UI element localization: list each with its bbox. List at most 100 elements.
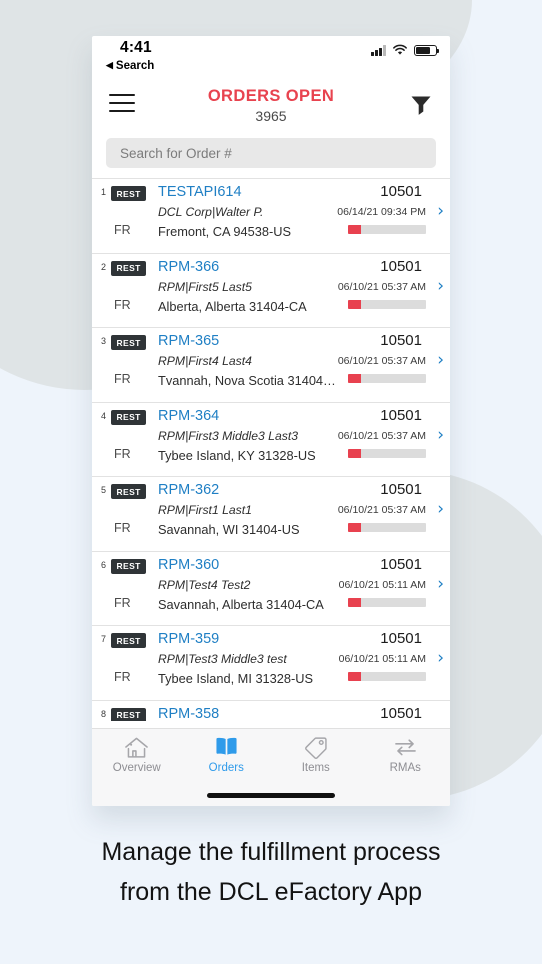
order-number-link[interactable]: RPM-359 xyxy=(158,631,219,647)
progress-bar xyxy=(348,523,426,532)
chevron-right-icon[interactable]: › xyxy=(437,203,444,220)
customer-name: DCL Corp|Walter P. xyxy=(158,205,264,219)
order-number-link[interactable]: RPM-362 xyxy=(158,482,219,498)
order-row[interactable]: 2 REST FR RPM-366 RPM|First5 Last5 Alberta, A… xyxy=(92,254,450,328)
order-date: 06/10/21 05:37 AM xyxy=(337,280,426,293)
book-icon xyxy=(182,734,272,760)
customer-name: RPM|First5 Last5 xyxy=(158,279,252,294)
search-input[interactable] xyxy=(106,138,436,168)
swap-arrows-icon xyxy=(361,734,451,760)
order-number-link[interactable]: TESTAPI614 xyxy=(158,184,242,200)
tab-label: Overview xyxy=(112,762,161,774)
source-badge: REST xyxy=(111,484,146,499)
tab-label: Orders xyxy=(208,762,244,774)
app-nav-bar: ORDERS OPEN 3965 xyxy=(92,82,450,134)
order-quantity: 10501 xyxy=(380,406,422,424)
order-quantity: 10501 xyxy=(380,332,422,349)
order-quantity: 10501 xyxy=(380,555,422,573)
chevron-right-icon[interactable]: › xyxy=(437,277,444,295)
tab-items[interactable]: Items xyxy=(271,734,361,774)
shipping-address: Fremont, CA 94538-US xyxy=(158,224,292,239)
home-icon xyxy=(92,734,182,760)
customer-name: RPM|First3 Middle3 Last3 xyxy=(158,428,298,443)
order-date: 06/10/21 05:11 AM xyxy=(338,578,426,591)
source-badge: REST xyxy=(111,558,146,574)
shipping-address: Tvannah, Nova Scotia 31404… xyxy=(158,373,336,388)
order-row[interactable]: 1 REST FR TESTAPI614 DCL Corp|Walter P. Fremo… xyxy=(92,179,450,254)
order-quantity: 10501 xyxy=(380,704,422,721)
cellular-signal-icon xyxy=(371,45,386,56)
customer-name: RPM|Test4 Test2 xyxy=(158,577,251,592)
order-date: 06/10/21 05:37 AM xyxy=(337,504,426,516)
row-index: 7 xyxy=(101,634,107,644)
page-title: ORDERS OPEN xyxy=(207,87,335,105)
progress-bar xyxy=(348,299,426,309)
marketing-caption: Manage the fulfillment process from the … xyxy=(0,832,542,912)
source-badge: REST xyxy=(111,335,146,350)
progress-bar xyxy=(348,225,426,234)
carrier-code: FR xyxy=(114,521,131,535)
order-row[interactable]: 8 REST RPM-358 10501 xyxy=(92,701,450,721)
order-number-link[interactable]: RPM-358 xyxy=(158,706,219,721)
order-row[interactable]: 4 REST FR RPM-364 RPM|First3 Middle3 Last3 Ty… xyxy=(92,403,450,477)
order-row[interactable]: 3 REST FR RPM-365 RPM|First4 Last4 Tvannah, N… xyxy=(92,328,450,403)
chevron-right-icon[interactable]: › xyxy=(437,426,444,444)
source-badge: REST xyxy=(111,633,146,648)
row-index: 5 xyxy=(101,485,107,495)
bottom-tab-bar[interactable]: Overview Orders Items RMAs xyxy=(92,728,450,784)
carrier-code: FR xyxy=(114,372,131,386)
shipping-address: Tybee Island, MI 31328-US xyxy=(158,671,314,686)
order-quantity: 10501 xyxy=(380,183,422,200)
order-number-link[interactable]: RPM-366 xyxy=(158,259,219,275)
chevron-right-icon[interactable]: › xyxy=(437,501,444,518)
tab-overview[interactable]: Overview xyxy=(92,734,182,774)
screenshot-canvas: 4:41 ◀ Search ORDERS OPEN 3965 Search fo… xyxy=(0,0,542,964)
source-badge: REST xyxy=(111,186,146,201)
battery-icon xyxy=(414,44,440,56)
order-date: 06/10/21 05:37 AM xyxy=(337,429,426,442)
row-index: 8 xyxy=(101,708,107,719)
tab-orders[interactable]: Orders xyxy=(182,734,272,774)
row-index: 6 xyxy=(101,559,107,570)
source-badge: REST xyxy=(111,707,146,721)
back-arrow-icon: ◀ xyxy=(106,60,113,70)
order-row[interactable]: 6 REST FR RPM-360 RPM|Test4 Test2 Savannah, A… xyxy=(92,552,450,626)
orders-list[interactable]: 1 REST FR TESTAPI614 DCL Corp|Walter P. Fremo… xyxy=(92,178,450,728)
order-number-link[interactable]: RPM-360 xyxy=(158,557,219,573)
order-date: 06/14/21 09:34 PM xyxy=(337,206,426,218)
filter-funnel-icon[interactable] xyxy=(410,94,432,123)
caption-line-2: from the DCL eFactory App xyxy=(120,878,422,906)
source-badge: REST xyxy=(111,260,146,276)
tag-icon xyxy=(271,734,361,760)
tab-rmas[interactable]: RMAs xyxy=(361,734,451,774)
status-bar-icons xyxy=(371,44,440,56)
progress-bar xyxy=(348,597,426,607)
row-index: 1 xyxy=(101,187,107,197)
order-row[interactable]: 7 REST FR RPM-359 RPM|Test3 Middle3 test Tybe… xyxy=(92,626,450,701)
order-number-link[interactable]: RPM-365 xyxy=(158,333,219,349)
order-quantity: 10501 xyxy=(380,481,422,498)
back-to-search-button[interactable]: ◀ Search xyxy=(106,60,154,72)
order-quantity: 10501 xyxy=(380,630,422,647)
caption-line-1: Manage the fulfillment process xyxy=(101,838,441,866)
home-indicator xyxy=(92,784,450,806)
order-row[interactable]: 5 REST FR RPM-362 RPM|First1 Last1 Savannah, … xyxy=(92,477,450,552)
order-quantity: 10501 xyxy=(380,257,422,275)
chevron-right-icon[interactable]: › xyxy=(437,650,444,667)
shipping-address: Alberta, Alberta 31404-CA xyxy=(158,298,307,314)
customer-name: RPM|Test3 Middle3 test xyxy=(158,652,287,666)
wifi-icon xyxy=(393,44,407,55)
chevron-right-icon[interactable]: › xyxy=(437,352,444,369)
carrier-code: FR xyxy=(114,595,131,610)
tab-label: Items xyxy=(301,762,330,774)
status-bar: 4:41 ◀ Search xyxy=(92,36,450,82)
carrier-code: FR xyxy=(114,297,131,312)
chevron-right-icon[interactable]: › xyxy=(437,575,444,593)
progress-bar xyxy=(348,374,426,383)
progress-bar xyxy=(348,672,426,681)
customer-name: RPM|First1 Last1 xyxy=(158,503,252,517)
order-number-link[interactable]: RPM-364 xyxy=(158,408,219,424)
row-index: 3 xyxy=(101,336,107,346)
row-index: 4 xyxy=(101,410,107,421)
carrier-code: FR xyxy=(114,223,131,237)
